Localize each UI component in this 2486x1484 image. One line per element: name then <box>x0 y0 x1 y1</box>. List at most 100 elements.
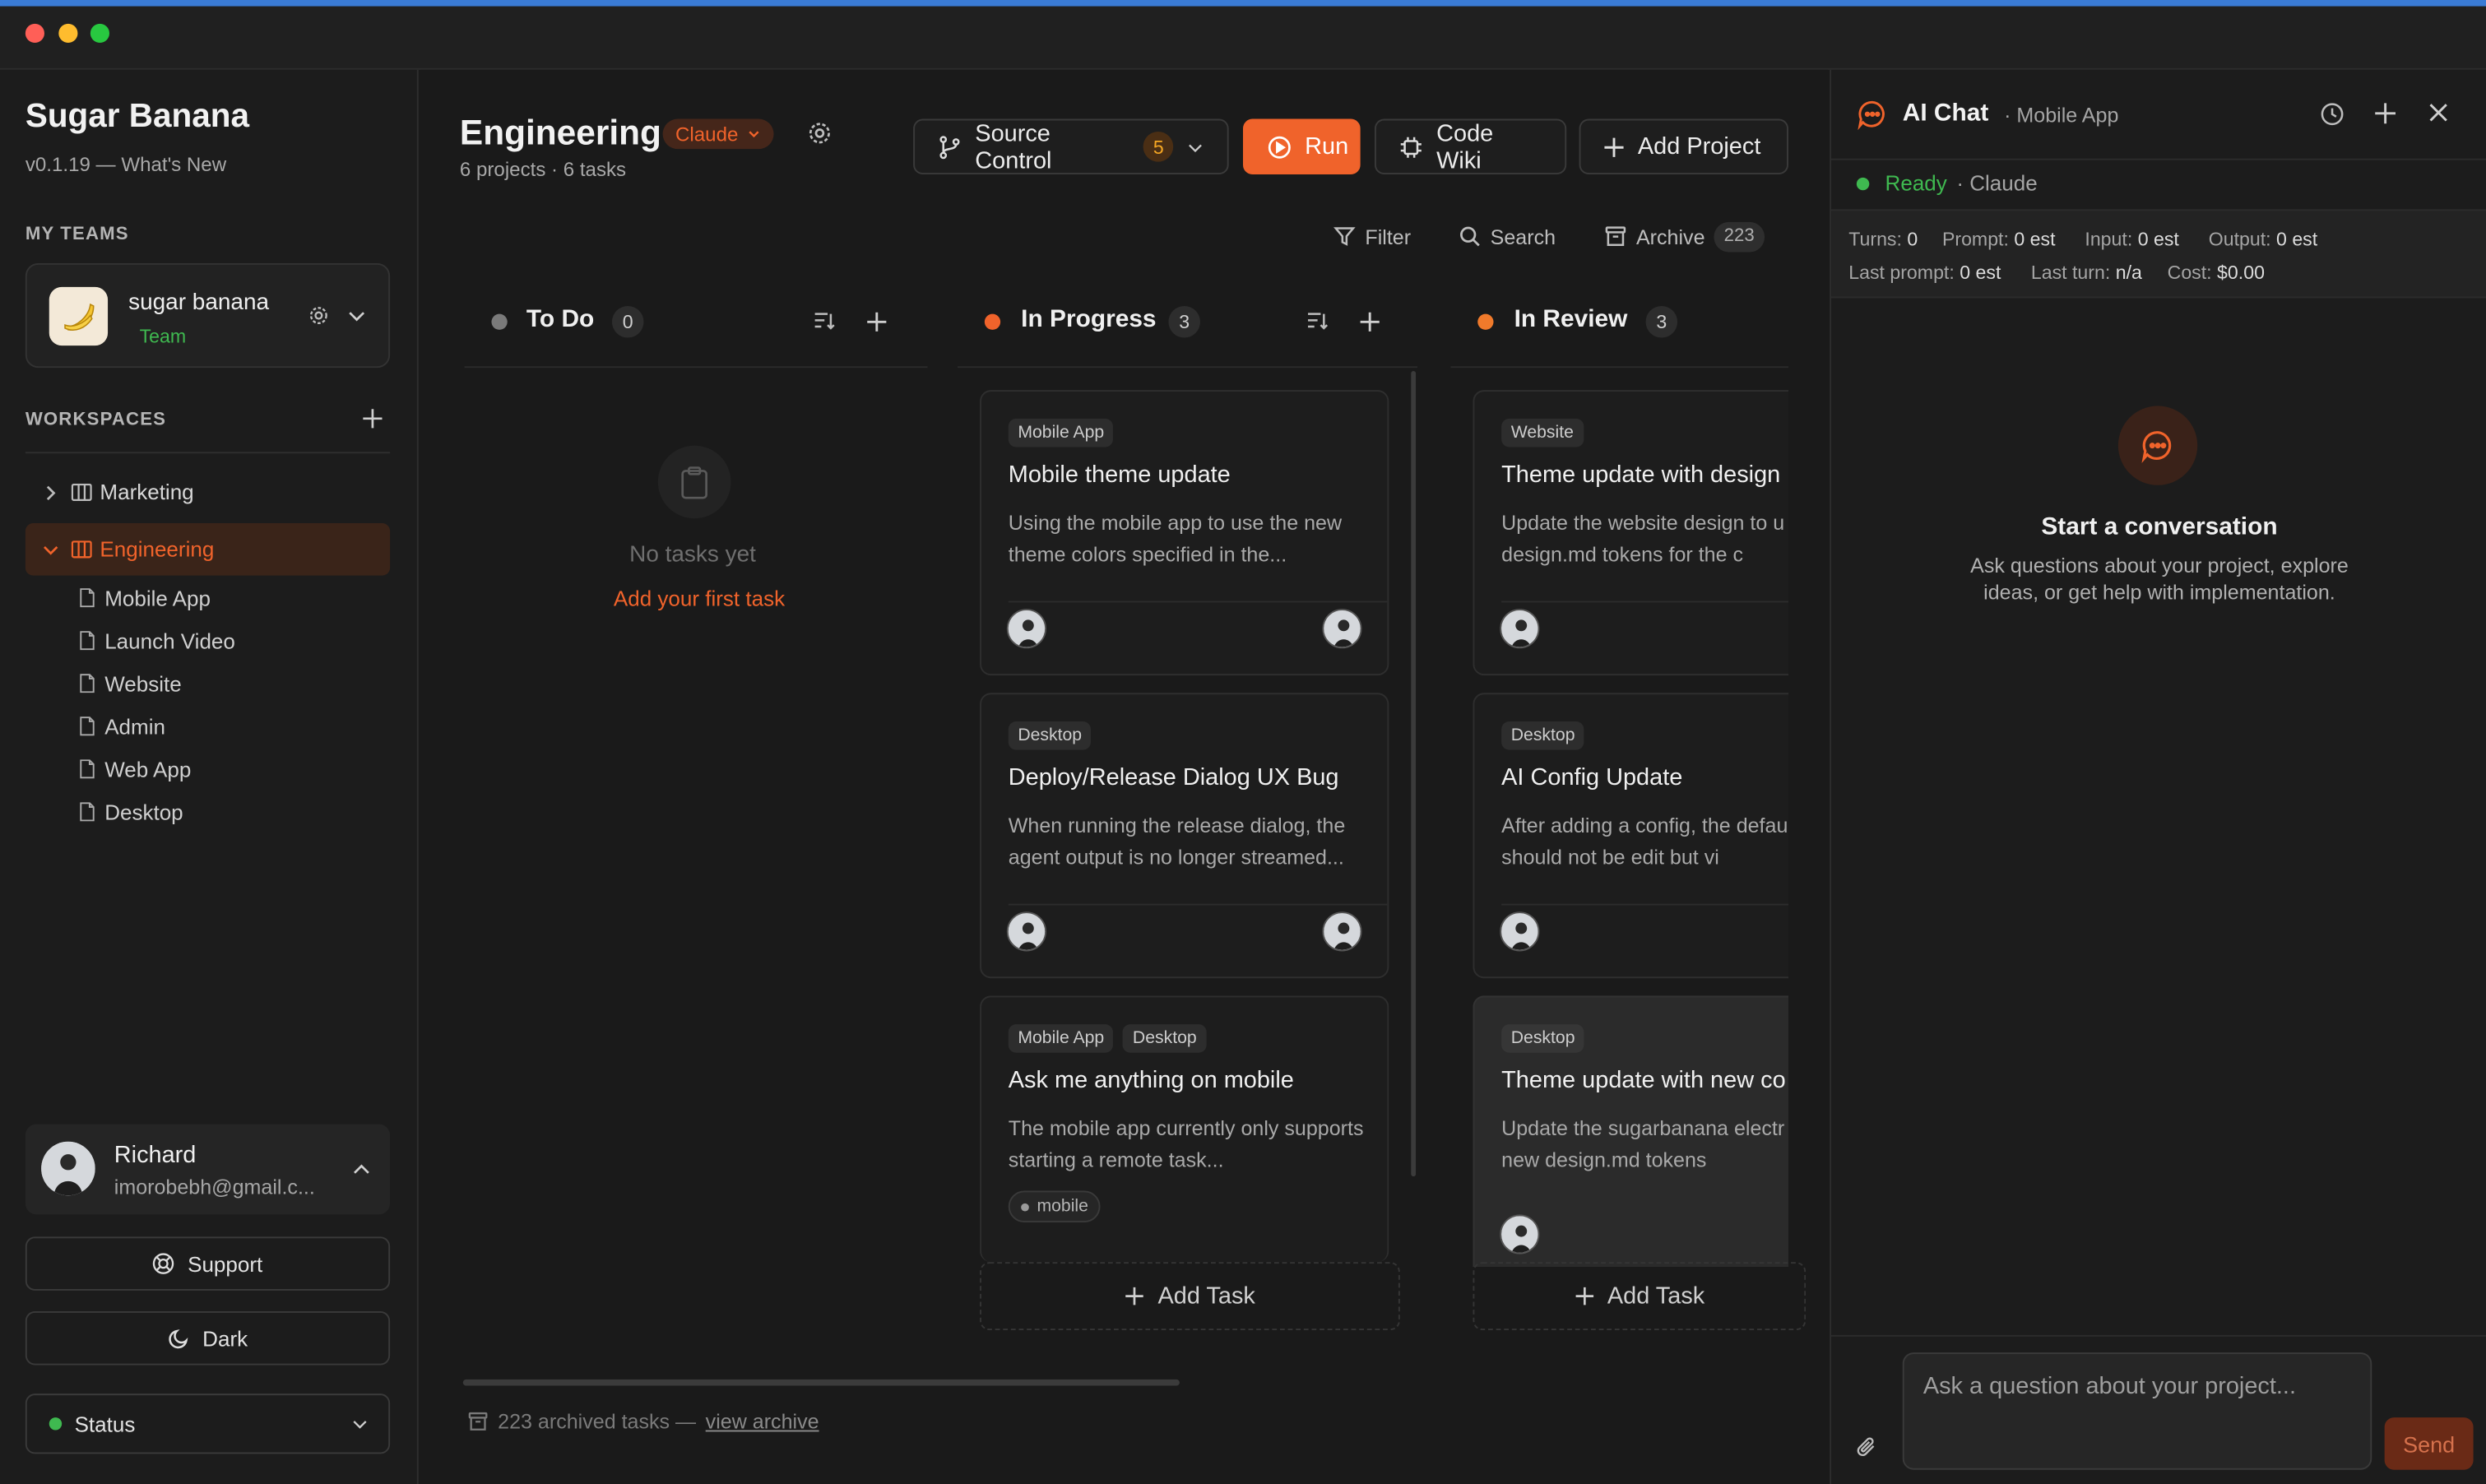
status-label: Status <box>74 1412 136 1436</box>
project-admin[interactable]: Admin <box>79 709 165 744</box>
user-name: Richard <box>114 1141 197 1169</box>
file-icon <box>79 759 95 779</box>
project-tag: Desktop <box>1123 1024 1207 1053</box>
scrollbar[interactable] <box>1411 371 1417 1177</box>
add-first-task-link[interactable]: Add your first task <box>614 587 785 610</box>
task-title: AI Config Update <box>1501 764 1683 791</box>
stat-turns: Turns: 0 <box>1848 228 1918 251</box>
divider <box>1450 366 1788 369</box>
user-menu[interactable]: Richard imorobebh@gmail.c... <box>25 1124 391 1215</box>
user-email: imorobebh@gmail.c... <box>114 1175 315 1199</box>
run-button[interactable]: Run <box>1243 118 1361 175</box>
status-dot <box>984 313 1001 330</box>
task-card[interactable]: Mobile App Desktop Ask me anything on mo… <box>980 995 1389 1263</box>
sort-icon[interactable] <box>1306 311 1329 332</box>
divider <box>958 366 1418 369</box>
divider <box>25 452 391 454</box>
conversation-icon <box>2117 406 2198 485</box>
project-mobile-app[interactable]: Mobile App <box>79 580 211 614</box>
divider <box>1008 601 1388 603</box>
code-wiki-button[interactable]: Code Wiki <box>1374 118 1567 175</box>
status-dropdown[interactable]: Status <box>25 1394 391 1454</box>
model-label: Claude <box>675 123 739 146</box>
archive-button[interactable]: Archive 223 <box>1604 220 1765 252</box>
column-count: 0 <box>611 305 644 338</box>
model-selector[interactable]: Claude <box>662 118 773 150</box>
paperclip-icon[interactable] <box>1855 1435 1879 1458</box>
search-button[interactable]: Search <box>1459 222 1556 251</box>
add-task-button[interactable]: Add Task <box>1473 1262 1807 1331</box>
chevron-up-icon <box>350 1159 373 1181</box>
add-task-button[interactable]: Add Task <box>980 1262 1400 1331</box>
task-card[interactable]: Website Theme update with design Update … <box>1473 390 1788 676</box>
chat-status: Ready · Claude <box>1856 171 2038 195</box>
project-label: Desktop <box>104 800 183 824</box>
label-chip: mobile <box>1008 1190 1102 1223</box>
close-icon[interactable] <box>2428 101 2450 123</box>
task-card[interactable]: Desktop Deploy/Release Dialog UX Bug Whe… <box>980 693 1389 979</box>
horizontal-scrollbar[interactable] <box>462 1379 1180 1386</box>
status-dot <box>1856 176 1870 190</box>
chat-header: AI Chat · Mobile App <box>1831 70 2486 160</box>
board-icon <box>71 483 92 502</box>
view-archive-link[interactable]: view archive <box>706 1409 819 1433</box>
maximize-window-button[interactable] <box>90 23 109 44</box>
project-tag: Desktop <box>1008 721 1092 750</box>
column-header-todo: To Do 0 <box>457 296 916 344</box>
status-dot <box>491 313 508 330</box>
sort-icon[interactable] <box>814 311 836 332</box>
project-launch-video[interactable]: Launch Video <box>79 623 235 657</box>
theme-label: Dark <box>202 1326 248 1351</box>
avatar <box>1322 911 1362 952</box>
chat-title: AI Chat <box>1902 100 1989 128</box>
project-desktop[interactable]: Desktop <box>79 795 183 829</box>
filter-icon <box>1333 227 1356 246</box>
add-workspace-icon[interactable] <box>361 407 383 429</box>
avatar <box>41 1141 95 1196</box>
task-card[interactable]: Desktop AI Config Update After adding a … <box>1473 693 1788 979</box>
theme-toggle-button[interactable]: Dark <box>25 1310 391 1366</box>
moon-icon <box>168 1327 190 1349</box>
workspace-label: Engineering <box>100 537 215 562</box>
team-logo <box>49 286 109 346</box>
changes-count-badge: 5 <box>1143 131 1174 162</box>
team-switcher[interactable]: sugar banana Team <box>25 262 391 369</box>
divider <box>1008 903 1388 906</box>
source-control-label: Source Control <box>975 119 1052 174</box>
board-settings-gear-icon[interactable] <box>807 120 833 146</box>
empty-state-description: Ask questions about your project, explor… <box>1970 553 2349 605</box>
add-project-button[interactable]: Add Project <box>1579 118 1788 175</box>
chevron-down-icon <box>41 541 60 557</box>
workspace-engineering[interactable]: Engineering <box>25 523 391 576</box>
chat-input[interactable]: Ask a question about your project... <box>1902 1352 2372 1470</box>
avatar <box>1006 609 1047 649</box>
gear-icon[interactable] <box>308 304 330 327</box>
usage-stats: Turns: 0 Prompt: 0 est Input: 0 est Outp… <box>1831 209 2486 299</box>
chevron-down-icon[interactable] <box>346 304 368 327</box>
add-task-plus-icon[interactable] <box>865 311 888 333</box>
git-branch-icon <box>937 134 962 160</box>
project-website[interactable]: Website <box>79 666 182 701</box>
source-control-button[interactable]: Source Control 5 <box>913 118 1229 175</box>
filter-button[interactable]: Filter <box>1333 222 1411 251</box>
avatar <box>1500 609 1540 649</box>
task-card[interactable]: Desktop Theme update with new co Update … <box>1473 995 1788 1267</box>
minimize-window-button[interactable] <box>58 23 78 44</box>
workspace-marketing[interactable]: Marketing <box>26 466 390 519</box>
send-button[interactable]: Send <box>2384 1417 2474 1470</box>
add-task-plus-icon[interactable] <box>1359 311 1381 333</box>
play-icon <box>1267 134 1292 160</box>
support-button[interactable]: Support <box>25 1236 391 1291</box>
task-card[interactable]: Mobile App Mobile theme update Using the… <box>980 390 1389 676</box>
my-teams-label: MY TEAMS <box>25 225 129 244</box>
status-dot <box>1477 313 1494 330</box>
stat-cost: Cost: $0.00 <box>2167 262 2265 285</box>
project-label: Launch Video <box>104 628 235 653</box>
archive-label: Archive <box>1635 224 1705 248</box>
project-web-app[interactable]: Web App <box>79 752 191 786</box>
project-tag: Mobile App <box>1008 1024 1114 1053</box>
close-window-button[interactable] <box>25 23 44 44</box>
new-chat-plus-icon[interactable] <box>2373 101 2397 125</box>
history-icon[interactable] <box>2320 101 2345 127</box>
whats-new-link[interactable]: v0.1.19 — What's New <box>26 154 226 176</box>
